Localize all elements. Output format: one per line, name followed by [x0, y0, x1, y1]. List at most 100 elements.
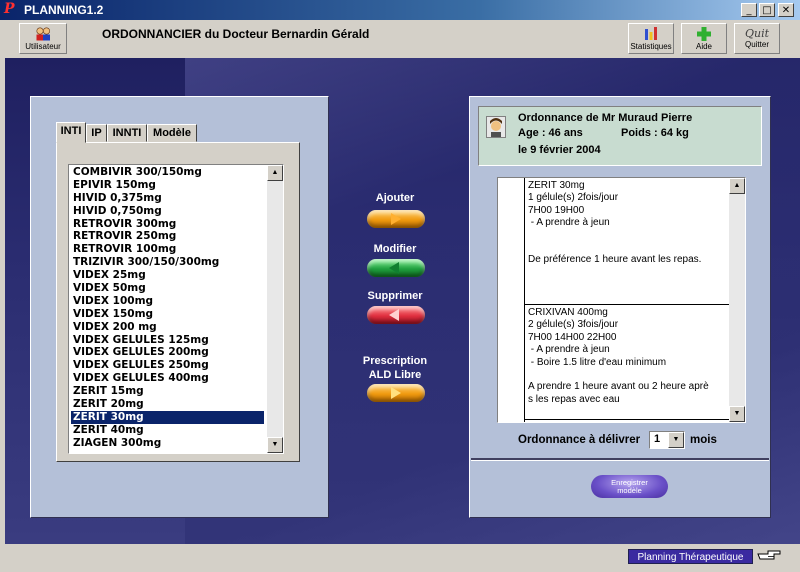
drug-list-item[interactable]: EPIVIR 150mg	[71, 179, 264, 192]
statistics-button[interactable]: Statistiques	[628, 23, 674, 54]
scroll-up-icon[interactable]: ▲	[729, 178, 745, 194]
modify-button[interactable]	[367, 259, 425, 277]
delivery-label: Ordonnance à délivrer	[518, 434, 641, 446]
user-button[interactable]: Utilisateur	[19, 23, 67, 54]
tab-ip[interactable]: IP	[86, 124, 107, 142]
prescription-ald-button[interactable]	[367, 384, 425, 402]
save-model-line2: modèle	[617, 486, 642, 495]
users-icon	[36, 27, 51, 41]
quit-button[interactable]: Quit Quitter	[734, 23, 780, 54]
patient-weight: Poids : 64 kg	[621, 127, 689, 139]
arrow-right-icon	[391, 387, 401, 399]
planning-therapeutique-label[interactable]: Planning Thérapeutique	[628, 549, 753, 564]
quit-icon: Quit	[744, 27, 770, 40]
prescription-line	[528, 230, 731, 242]
drug-list-item[interactable]: HIVID 0,375mg	[71, 192, 264, 205]
doctor-title: ORDONNANCIER du Docteur Bernardin Gérald	[102, 27, 370, 41]
scroll-down-icon[interactable]: ▼	[729, 406, 745, 422]
statistics-label: Statistiques	[630, 42, 672, 51]
add-button[interactable]	[367, 210, 425, 228]
app-icon: P	[4, 1, 15, 17]
patient-header: Ordonnance de Mr Muraud Pierre	[518, 112, 693, 124]
tab-modele[interactable]: Modèle	[147, 124, 197, 142]
drug-list-item[interactable]: VIDEX GELULES 200mg	[71, 346, 264, 359]
prescription-line	[528, 292, 731, 304]
delivery-months-select[interactable]: 1 ▼	[649, 431, 685, 449]
drug-list-item[interactable]: RETROVIR 250mg	[71, 230, 264, 243]
prescription-entry[interactable]: Primpéran 50	[525, 420, 731, 423]
prescription-line: 7H00 19H00	[528, 204, 585, 216]
prescription-line	[528, 242, 731, 254]
drug-list-item[interactable]: RETROVIR 100mg	[71, 243, 264, 256]
drug-list-items: COMBIVIR 300/150mg EPIVIR 150mg HIVID 0,37…	[69, 165, 283, 450]
prescription-entries: ZERIT 30mg 1 gélule(s) 2fois/jour 7H00 19H…	[524, 178, 731, 422]
drug-list-item[interactable]: TRIZIVIR 300/150/300mg	[71, 256, 264, 269]
delete-label: Supprimer	[367, 290, 423, 302]
drug-list-item[interactable]: VIDEX 200 mg	[71, 321, 264, 334]
statistics-icon	[645, 27, 657, 40]
prescription-line: 7H00 14H00 22H00	[528, 331, 617, 343]
prescription-line	[528, 267, 731, 279]
prescription-line: CRIXIVAN 400mg	[528, 306, 608, 318]
drug-list-item[interactable]: HIVID 0,750mg	[71, 205, 264, 218]
prescription-line: De préférence 1 heure avant les repas.	[528, 254, 702, 266]
tab-inti[interactable]: INTI	[56, 122, 86, 143]
prescription-line: ZERIT 30mg	[528, 180, 585, 191]
prescription-label-line1: Prescription	[362, 355, 428, 367]
drug-list-item[interactable]: VIDEX 50mg	[71, 282, 264, 295]
quit-label: Quitter	[744, 40, 769, 49]
close-button[interactable]: ✕	[778, 3, 794, 17]
panel-divider	[471, 458, 769, 461]
prescription-scrollbar[interactable]: ▲ ▼	[729, 178, 745, 422]
drug-list-item[interactable]: VIDEX 100mg	[71, 295, 264, 308]
drug-list-scrollbar[interactable]: ▲ ▼	[267, 165, 283, 453]
prescription-line: - A prendre à jeun	[528, 344, 610, 356]
tab-innti[interactable]: INNTI	[107, 124, 147, 142]
prescription-line: - A prendre à jeun	[528, 217, 610, 229]
prescription-label-line2: ALD Libre	[368, 369, 422, 381]
window-title: PLANNING1.2	[24, 3, 104, 17]
arrow-right-icon	[391, 213, 401, 225]
prescription-line	[528, 369, 731, 381]
prescription-text-box[interactable]: ZERIT 30mg 1 gélule(s) 2fois/jour 7H00 19H…	[497, 177, 746, 423]
drug-list-item[interactable]: ZERIT 20mg	[71, 398, 264, 411]
drug-list-item[interactable]: RETROVIR 300mg	[71, 218, 264, 231]
maximize-button[interactable]: □	[759, 3, 775, 17]
drug-list-item[interactable]: COMBIVIR 300/150mg	[71, 166, 264, 179]
drug-list[interactable]: COMBIVIR 300/150mg EPIVIR 150mg HIVID 0,37…	[68, 164, 284, 454]
prescription-line	[528, 406, 731, 418]
prescription-line: 1 gélule(s) 2fois/jour	[528, 192, 619, 204]
drug-list-item[interactable]: VIDEX GELULES 250mg	[71, 359, 264, 372]
prescription-entry[interactable]: CRIXIVAN 400mg 2 gélule(s) 3fois/jour 7H00…	[525, 305, 731, 420]
pointing-hand-icon[interactable]	[756, 546, 782, 564]
drug-list-item[interactable]: ZERIT 15mg	[71, 385, 264, 398]
drug-list-item[interactable]: ZERIT 40mg	[71, 424, 264, 437]
modify-label: Modifier	[373, 243, 417, 255]
add-label: Ajouter	[375, 192, 415, 204]
prescription-entry[interactable]: ZERIT 30mg 1 gélule(s) 2fois/jour 7H00 19H…	[525, 178, 731, 305]
dropdown-arrow-icon[interactable]: ▼	[668, 432, 684, 448]
prescription-line: A prendre 1 heure avant ou 2 heure aprè	[528, 381, 709, 393]
patient-age: Age : 46 ans	[518, 127, 583, 139]
drug-list-item[interactable]: ZERIT 30mg	[71, 410, 264, 424]
prescription-date: le 9 février 2004	[518, 144, 601, 156]
prescription-line: s les repas avec eau	[528, 393, 620, 405]
scroll-down-icon[interactable]: ▼	[267, 437, 283, 453]
drug-list-item[interactable]: VIDEX GELULES 400mg	[71, 372, 264, 385]
prescription-line: - Boire 1.5 litre d'eau minimum	[528, 356, 667, 368]
drug-list-item[interactable]: VIDEX 25mg	[71, 269, 264, 282]
patient-avatar-icon	[486, 116, 506, 138]
help-button[interactable]: Aide	[681, 23, 727, 54]
drug-list-item[interactable]: ZIAGEN 300mg	[71, 437, 264, 450]
arrow-left-icon	[389, 262, 399, 274]
drug-list-item[interactable]: VIDEX GELULES 125mg	[71, 334, 264, 347]
delete-button[interactable]	[367, 306, 425, 324]
plus-icon	[697, 27, 711, 41]
minimize-button[interactable]: _	[741, 3, 757, 17]
prescription-line	[528, 279, 731, 291]
prescription-line: 2 gélule(s) 3fois/jour	[528, 319, 619, 331]
scroll-up-icon[interactable]: ▲	[267, 165, 283, 181]
save-model-button[interactable]: Enregistrer modèle	[591, 475, 668, 498]
patient-info-box: Ordonnance de Mr Muraud Pierre Age : 46 …	[478, 106, 762, 166]
drug-list-item[interactable]: VIDEX 150mg	[71, 308, 264, 321]
